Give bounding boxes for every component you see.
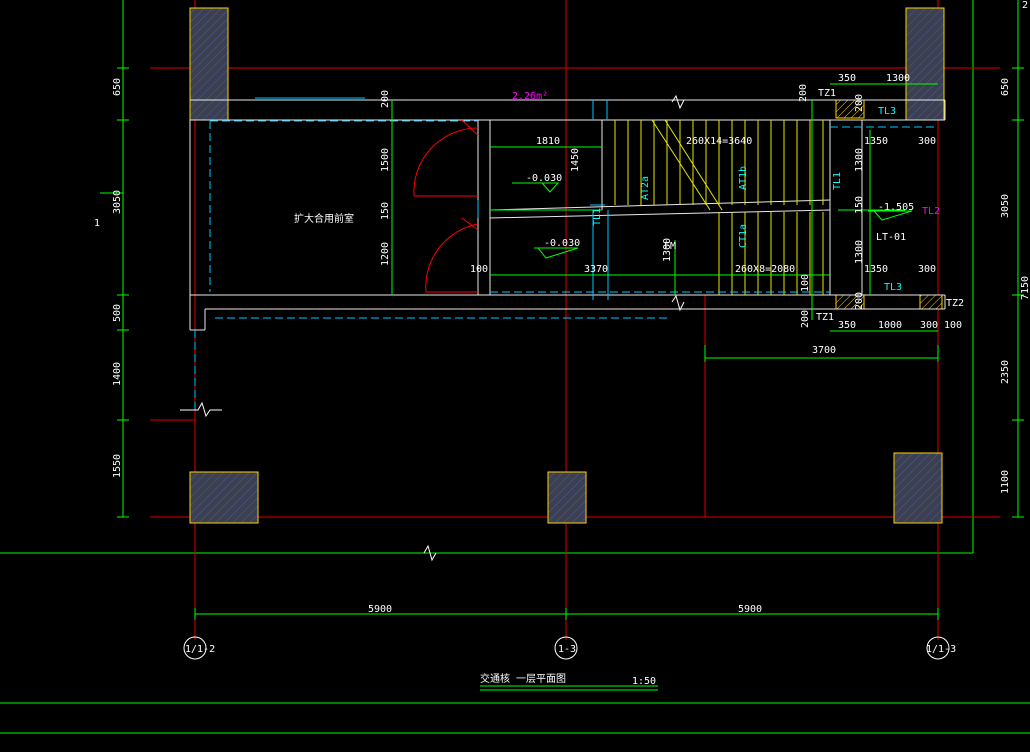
dim-350-top: 350	[838, 73, 856, 84]
area-note: 2.26m²	[512, 91, 548, 102]
dim-350-bot: 350	[838, 320, 856, 331]
column-top-left	[189, 7, 229, 121]
column-top-right	[905, 7, 945, 121]
tag-tz2: TZ2	[946, 298, 964, 309]
right-dim-7150: 7150	[1020, 276, 1030, 300]
axis-label-middle: 1-3	[558, 644, 576, 655]
dim-1450: 1450	[570, 148, 581, 172]
left-dim-650: 650	[112, 78, 123, 96]
drawing-text: 交通核 一层平面图 1:50 扩大合用前室 2.26m² 1/1-2 1-3 1…	[94, 0, 1030, 687]
dim-200-r: 200	[854, 94, 865, 112]
dim-1300-mid: 1300	[662, 238, 673, 262]
dim-3370: 3370	[584, 264, 608, 275]
column-bottom-mid	[547, 471, 587, 524]
bay-right-dim: 5900	[738, 604, 762, 615]
flight-c: CT1a	[738, 224, 749, 248]
tag-tl1: TL1	[592, 208, 603, 226]
dim-200-right-low: 200	[854, 292, 865, 310]
column-bottom-right	[893, 452, 943, 524]
cyan-lines	[255, 97, 609, 300]
doors	[413, 119, 479, 293]
stair-lower-run: 260X8=2080	[735, 264, 795, 275]
dim-1810: 1810	[536, 136, 560, 147]
dim-100-right-low: 100	[800, 274, 811, 292]
dim-1350-top: 1350	[864, 136, 888, 147]
frame-lines	[0, 0, 1030, 734]
right-dim-650: 650	[1000, 78, 1011, 96]
elev-stair-landing: -0.030	[526, 173, 562, 184]
dim-200-bot: 200	[800, 310, 811, 328]
dim-100-left: 100	[470, 264, 488, 275]
dim-1300-right: 1300	[854, 148, 865, 172]
room-label: 扩大合用前室	[294, 212, 354, 225]
dim-300-bot: 300	[918, 264, 936, 275]
tag-tz1-top: TZ1	[818, 88, 836, 99]
right-dim-3050: 3050	[1000, 194, 1011, 218]
tag-tl2: TL2	[922, 206, 940, 217]
dim-150-mid: 150	[380, 202, 391, 220]
left-dim-1550: 1550	[112, 454, 123, 478]
tag-tl1-b: TL1	[832, 172, 843, 190]
right-dim-2350: 2350	[1000, 360, 1011, 384]
columns	[189, 7, 945, 524]
dim-1200: 1200	[380, 242, 391, 266]
dim-200-top: 200	[380, 90, 391, 108]
dim-1000-bot: 1000	[878, 320, 902, 331]
right-dim-1100: 1100	[1000, 470, 1011, 494]
cad-drawing: 交通核 一层平面图 1:50 扩大合用前室 2.26m² 1/1-2 1-3 1…	[0, 0, 1030, 734]
tag-tl3-top: TL3	[878, 106, 896, 117]
drawing-scale: 1:50	[632, 676, 656, 687]
dim-300-top: 300	[918, 136, 936, 147]
dimension-lines	[100, 0, 1024, 620]
dim-1350-bot: 1350	[864, 264, 888, 275]
dim-300-bot2: 300	[920, 320, 938, 331]
flight-a: AT2a	[640, 176, 651, 200]
dim-1300-stair: 1300	[854, 240, 865, 264]
flight-b: AT1b	[738, 166, 749, 190]
dim-150-right: 150	[854, 196, 865, 214]
elev-lobby: -0.030	[544, 238, 580, 249]
dim-1500: 1500	[380, 148, 391, 172]
dim-3700: 3700	[812, 345, 836, 356]
tag-tz1-bottom: TZ1	[816, 312, 834, 323]
dim-1300-top: 1300	[886, 73, 910, 84]
left-dim-3050: 3050	[112, 190, 123, 214]
tag-tl3-bottom: TL3	[884, 282, 902, 293]
axis-label-right: 1/1-3	[926, 644, 956, 655]
axis-lines	[150, 0, 1000, 640]
top-dim-2: 2	[1022, 0, 1028, 11]
left-dim-1: 1	[94, 218, 100, 229]
drawing-title: 交通核 一层平面图	[480, 672, 566, 685]
left-dim-1400: 1400	[112, 362, 123, 386]
elev-mid-landing: -1.505	[878, 202, 914, 213]
left-dim-500: 500	[112, 304, 123, 322]
stair-upper-run: 260X14=3640	[686, 136, 752, 147]
column-bottom-left	[189, 471, 259, 524]
small-column-br2	[919, 294, 943, 310]
axis-label-left: 1/1-2	[185, 644, 215, 655]
bay-left-dim: 5900	[368, 604, 392, 615]
stair-id: LT-01	[876, 232, 906, 243]
dim-100-bot: 100	[944, 320, 962, 331]
dim-200-top2: 200	[798, 84, 809, 102]
